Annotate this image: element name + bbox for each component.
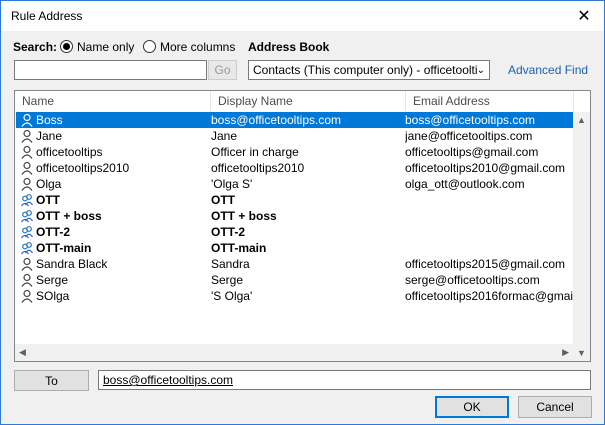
contact-icon	[21, 177, 33, 191]
group-icon	[21, 242, 34, 255]
horizontal-scrollbar[interactable]: ◀ ▶	[15, 344, 573, 361]
name-only-label[interactable]: Name only	[77, 40, 134, 54]
contact-icon	[21, 161, 33, 175]
cell-email: serge@officetooltips.com	[405, 273, 540, 287]
cell-email	[405, 240, 575, 256]
cell-email: officetooltips2015@gmail.com	[405, 257, 566, 271]
address-book-select[interactable]: Contacts (This computer only) - officeto…	[248, 60, 490, 80]
address-list[interactable]: Name Display Name Email Address Boss boss…	[14, 90, 591, 362]
to-field-value: boss@officetooltips.com	[103, 373, 234, 387]
contact-icon	[21, 113, 33, 127]
cell-display-name: OTT + boss	[211, 209, 277, 223]
title-bar: Rule Address ✕	[1, 1, 604, 31]
column-header-name[interactable]: Name	[15, 91, 211, 111]
cell-display-name: boss@officetooltips.com	[211, 113, 342, 127]
cell-email	[405, 208, 575, 224]
cell-email: officetooltips2016formac@gmail.	[405, 289, 575, 303]
search-label: Search:	[13, 40, 58, 54]
scroll-down-icon[interactable]: ▼	[577, 348, 586, 358]
list-item[interactable]: OTT + boss OTT + boss	[16, 208, 573, 224]
cell-display-name: 'S Olga'	[211, 289, 253, 303]
cell-name: Olga	[36, 177, 62, 191]
cell-email: jane@officetooltips.com	[405, 129, 533, 143]
group-icon	[21, 210, 34, 223]
group-icon	[21, 194, 34, 207]
more-columns-radio[interactable]	[143, 40, 156, 53]
contact-icon	[21, 257, 33, 271]
cell-display-name: Serge	[211, 273, 244, 287]
list-item[interactable]: Serge Serge serge@officetooltips.com	[16, 272, 573, 288]
cell-display-name: Officer in charge	[211, 145, 299, 159]
scroll-right-icon[interactable]: ▶	[562, 347, 569, 358]
cell-email	[405, 224, 575, 240]
cell-display-name: Jane	[211, 129, 238, 143]
list-item[interactable]: officetooltips Officer in charge officetoo…	[16, 144, 573, 160]
radio-selected-dot	[63, 43, 70, 50]
list-item[interactable]: OTT-2 OTT-2	[16, 224, 573, 240]
go-button[interactable]: Go	[208, 60, 237, 80]
advanced-find-link[interactable]: Advanced Find	[508, 63, 588, 77]
cell-name: Serge	[36, 273, 69, 287]
cell-name: officetooltips2010	[36, 161, 130, 175]
cell-display-name: 'Olga S'	[211, 177, 253, 191]
scroll-left-icon[interactable]: ◀	[19, 347, 26, 358]
column-header-display-name[interactable]: Display Name	[211, 91, 406, 111]
cell-display-name: Sandra	[211, 257, 250, 271]
column-header-email[interactable]: Email Address	[406, 91, 574, 111]
more-columns-label[interactable]: More columns	[160, 40, 235, 54]
list-item[interactable]: SOlga 'S Olga' officetooltips2016formac@gm…	[16, 288, 575, 304]
vertical-scrollbar[interactable]: ▲ ▼	[573, 112, 590, 361]
cell-name: Jane	[36, 129, 63, 143]
cell-name: officetooltips	[36, 145, 103, 159]
contact-icon	[21, 145, 33, 159]
window-title: Rule Address	[11, 9, 83, 23]
cell-display-name: OTT	[211, 193, 235, 207]
cell-name: OTT-main	[36, 241, 92, 255]
list-item[interactable]: OTT OTT	[16, 192, 573, 208]
list-item[interactable]: officetooltips2010 officetooltips2010 offi…	[16, 160, 573, 176]
cell-email: olga_ott@outlook.com	[405, 177, 525, 191]
cell-name: OTT	[36, 193, 60, 207]
list-item[interactable]: Olga 'Olga S' olga_ott@outlook.com	[16, 176, 573, 192]
list-item[interactable]: Sandra Black Sandra officetooltips2015@gma…	[16, 256, 573, 272]
cell-display-name: officetooltips2010	[211, 161, 305, 175]
cell-email: officetooltips@gmail.com	[405, 145, 539, 159]
cell-name: OTT-2	[36, 225, 71, 239]
cell-name: OTT + boss	[36, 209, 102, 223]
list-item[interactable]: Boss boss@officetooltips.com boss@officeto…	[15, 111, 574, 129]
contact-icon	[21, 289, 33, 303]
group-icon	[21, 226, 34, 239]
cell-email: boss@officetooltips.com	[405, 113, 536, 127]
cell-name: Boss	[36, 113, 63, 127]
cancel-button[interactable]: Cancel	[518, 396, 592, 418]
cell-name: SOlga	[36, 289, 70, 303]
list-item[interactable]: OTT-main OTT-main	[16, 240, 573, 256]
contact-icon	[21, 273, 33, 287]
cell-display-name: OTT-2	[211, 225, 246, 239]
list-item[interactable]: Jane Jane jane@officetooltips.com	[16, 128, 573, 144]
cell-name: Sandra Black	[36, 257, 108, 271]
cell-email	[405, 192, 575, 208]
address-book-label: Address Book	[248, 40, 330, 54]
chevron-down-icon: ⌄	[476, 65, 485, 76]
name-only-radio[interactable]	[60, 40, 73, 53]
search-input[interactable]	[14, 60, 207, 80]
address-book-selected: Contacts (This computer only) - officeto…	[253, 63, 478, 77]
cell-email: officetooltips2010@gmail.com	[405, 161, 566, 175]
cell-display-name: OTT-main	[211, 241, 267, 255]
rule-address-dialog: Rule Address ✕ Search: Name only More co…	[0, 0, 605, 425]
scroll-up-icon[interactable]: ▲	[577, 115, 586, 125]
to-field[interactable]: boss@officetooltips.com	[98, 370, 591, 390]
to-button[interactable]: To	[14, 370, 89, 391]
contact-icon	[21, 129, 33, 143]
ok-button[interactable]: OK	[435, 396, 509, 418]
close-icon[interactable]: ✕	[564, 1, 604, 31]
